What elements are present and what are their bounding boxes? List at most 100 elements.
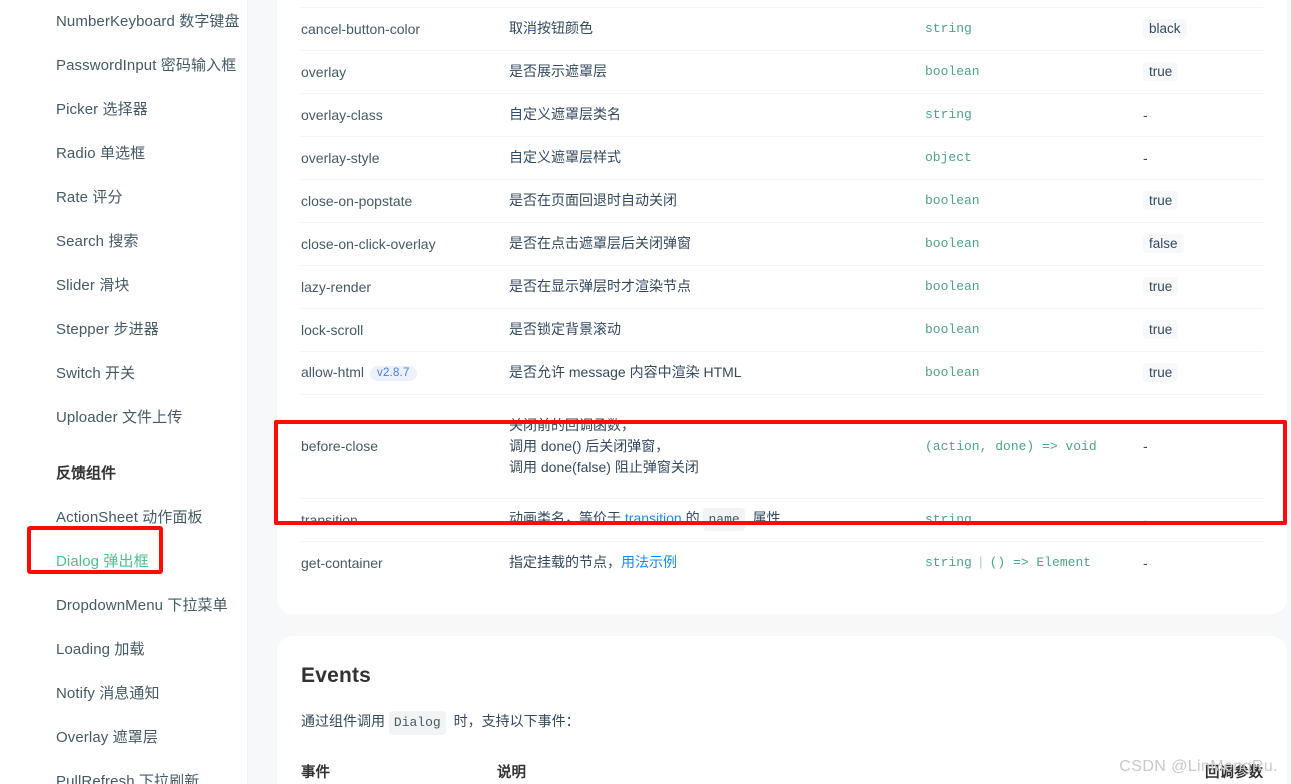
default-chip: false: [1143, 234, 1184, 253]
prop-type: boolean: [925, 179, 1143, 223]
sidebar-item-rate[interactable]: Rate 评分: [0, 176, 248, 220]
version-badge: v2.8.7: [370, 366, 417, 381]
table-row[interactable]: overlay-class 自定义遮罩层类名 string -: [301, 93, 1263, 137]
sidebar-item-search[interactable]: Search 搜索: [0, 220, 248, 264]
table-row[interactable]: cancel-button-color 取消按钮颜色 string black: [301, 7, 1263, 51]
sidebar-group-title-feedback: 反馈组件: [56, 465, 117, 482]
prop-type: string: [925, 498, 1143, 542]
prop-type: boolean: [925, 308, 1143, 352]
prop-description: 是否允许 message 内容中渲染 HTML: [509, 351, 925, 395]
prop-default: -: [1143, 541, 1263, 584]
csdn-watermark: CSDN @LinMengRu.: [1119, 758, 1278, 775]
desc-text-prefix: 动画类名，等价于: [509, 510, 625, 526]
default-chip: true: [1143, 363, 1179, 382]
prop-name: lock-scroll: [301, 308, 509, 352]
prop-name: overlay-class: [301, 93, 509, 137]
desc-line-1: 关闭前的回调函数，: [509, 416, 635, 433]
prop-type: string: [925, 93, 1143, 137]
prop-description: 自定义遮罩层样式: [509, 136, 925, 180]
prop-description: 取消按钮文案: [509, 0, 925, 8]
prop-default: false: [1143, 222, 1263, 266]
events-col-description: 说明: [497, 765, 526, 781]
sidebar-item-switch[interactable]: Switch 开关: [0, 352, 248, 396]
prop-name: close-on-popstate: [301, 179, 509, 223]
prop-description: 是否在点击遮罩层后关闭弹窗: [509, 222, 925, 266]
prop-default: true: [1143, 351, 1263, 395]
prop-type: (action, done) => void: [925, 394, 1143, 499]
main-content: cancel-button-text 取消按钮文案 string 取消 canc…: [248, 0, 1291, 784]
prop-name: get-container: [301, 554, 383, 571]
table-row[interactable]: lock-scroll 是否锁定背景滚动 boolean true: [301, 308, 1263, 352]
default-dash: -: [1143, 511, 1148, 528]
prop-description: 是否在页面回退时自动关闭: [509, 179, 925, 223]
table-row[interactable]: close-on-popstate 是否在页面回退时自动关闭 boolean t…: [301, 179, 1263, 223]
default-chip: true: [1143, 320, 1179, 339]
prop-type: boolean: [925, 265, 1143, 309]
table-row-transition[interactable]: transition 动画类名，等价于 transition 的 name 属性…: [301, 498, 1263, 542]
sidebar-item-dropdownmenu[interactable]: DropdownMenu 下拉菜单: [0, 584, 248, 628]
events-desc-prefix: 通过组件调用: [301, 713, 389, 729]
prop-name: overlay: [301, 50, 509, 94]
sidebar-item-picker[interactable]: Picker 选择器: [0, 88, 248, 132]
table-row-allow-html[interactable]: allow-html v2.8.7 是否允许 message 内容中渲染 HTML…: [301, 351, 1263, 395]
prop-type: object: [925, 136, 1143, 180]
prop-default: true: [1143, 50, 1263, 94]
prop-type: string |() => Element: [925, 541, 1143, 584]
default-chip: black: [1143, 19, 1187, 38]
default-dash: -: [1143, 149, 1148, 166]
table-row[interactable]: close-on-click-overlay 是否在点击遮罩层后关闭弹窗 boo…: [301, 222, 1263, 266]
table-row-get-container[interactable]: get-container 指定挂载的节点，用法示例 string |() => …: [301, 541, 1263, 584]
sidebar-item-actionsheet[interactable]: ActionSheet 动作面板: [0, 496, 248, 540]
events-description: 通过组件调用 Dialog 时，支持以下事件：: [301, 710, 1263, 735]
sidebar-item-notify[interactable]: Notify 消息通知: [0, 672, 248, 716]
sidebar-item-uploader[interactable]: Uploader 文件上传: [0, 396, 248, 440]
usage-example-link[interactable]: 用法示例: [621, 554, 677, 570]
sidebar-item-loading[interactable]: Loading 加载: [0, 628, 248, 672]
prop-default: -: [1143, 136, 1263, 180]
prop-default: true: [1143, 308, 1263, 352]
desc-line-3: 调用 done(false) 阻止弹窗关闭: [509, 458, 699, 475]
table-row[interactable]: overlay 是否展示遮罩层 boolean true: [301, 50, 1263, 94]
inline-code-dialog: Dialog: [388, 711, 446, 735]
sidebar-item-radio[interactable]: Radio 单选框: [0, 132, 248, 176]
prop-name: cancel-button-text: [301, 0, 509, 8]
sidebar-item-slider[interactable]: Slider 滑块: [0, 264, 248, 308]
events-col-event: 事件: [301, 765, 330, 781]
table-row-before-close[interactable]: before-close 关闭前的回调函数， 调用 done() 后关闭弹窗， …: [301, 394, 1263, 499]
prop-default: true: [1143, 179, 1263, 223]
table-row[interactable]: cancel-button-text 取消按钮文案 string 取消: [301, 0, 1263, 8]
sidebar-item-dialog[interactable]: Dialog 弹出框: [0, 540, 248, 584]
events-desc-suffix: 时，支持以下事件：: [449, 713, 580, 729]
prop-default: 取消: [1143, 0, 1263, 8]
sidebar-item-overlay[interactable]: Overlay 遮罩层: [0, 716, 248, 760]
prop-name: cancel-button-color: [301, 7, 509, 51]
prop-description-multiline: 关闭前的回调函数， 调用 done() 后关闭弹窗， 调用 done(false…: [509, 394, 925, 499]
prop-name: transition: [301, 498, 509, 542]
prop-name: before-close: [301, 394, 509, 499]
sidebar-item-numberkeyboard[interactable]: NumberKeyboard 数字键盘: [0, 0, 248, 44]
sidebar-list-components: NumberKeyboard 数字键盘 PasswordInput 密码输入框 …: [0, 0, 248, 440]
table-row[interactable]: lazy-render 是否在显示弹层时才渲染节点 boolean true: [301, 265, 1263, 309]
prop-description: 是否展示遮罩层: [509, 50, 925, 94]
type-part-b: () => Element: [989, 555, 1092, 571]
type-part-a: string: [925, 555, 972, 571]
prop-default: -: [1143, 498, 1263, 542]
sidebar-item-stepper[interactable]: Stepper 步进器: [0, 308, 248, 352]
transition-doc-link[interactable]: transition: [625, 510, 682, 526]
prop-default: -: [1143, 394, 1263, 499]
prop-name: overlay-style: [301, 136, 509, 180]
desc-text-suffix: 属性: [748, 510, 781, 526]
desc-text-prefix: 指定挂载的节点，: [509, 554, 621, 571]
prop-type: boolean: [925, 351, 1143, 395]
sidebar-item-pullrefresh[interactable]: PullRefresh 下拉刷新: [0, 760, 248, 784]
prop-description: 指定挂载的节点，用法示例: [509, 541, 925, 584]
sidebar-nav[interactable]: NumberKeyboard 数字键盘 PasswordInput 密码输入框 …: [0, 0, 248, 784]
prop-description: 取消按钮颜色: [509, 7, 925, 51]
api-table-body: cancel-button-text 取消按钮文案 string 取消 canc…: [301, 0, 1263, 584]
prop-description: 是否锁定背景滚动: [509, 308, 925, 352]
sidebar-item-passwordinput[interactable]: PasswordInput 密码输入框: [0, 44, 248, 88]
prop-default: -: [1143, 93, 1263, 137]
prop-description: 自定义遮罩层类名: [509, 93, 925, 137]
table-row[interactable]: overlay-style 自定义遮罩层样式 object -: [301, 136, 1263, 180]
default-dash: -: [1143, 106, 1148, 123]
